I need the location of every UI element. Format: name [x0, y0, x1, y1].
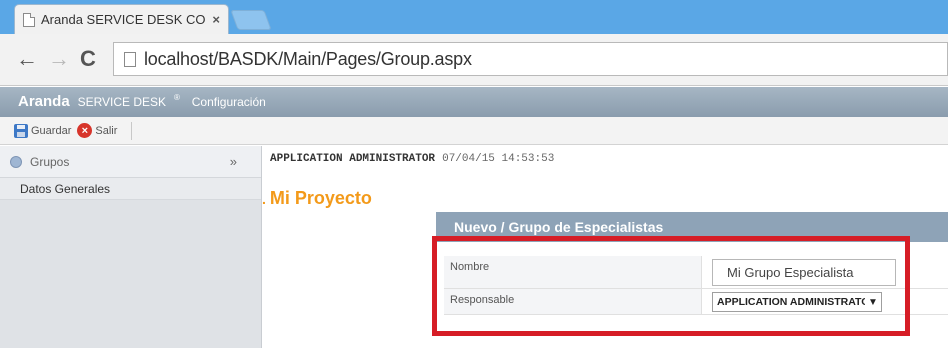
browser-tab[interactable]: Aranda SERVICE DESK CO × — [14, 4, 229, 34]
group-icon — [10, 155, 22, 168]
close-circle-icon: × — [77, 123, 93, 138]
brand: Aranda SERVICE DESK ® Configuración — [18, 93, 266, 110]
tab-title: Aranda SERVICE DESK CO — [41, 12, 206, 27]
page-favicon-icon — [23, 12, 35, 27]
exit-button[interactable]: × Salir — [77, 123, 117, 138]
url-text: localhost/BASDK/Main/Pages/Group.aspx — [144, 48, 472, 69]
session-timestamp: 07/04/15 14:53:53 — [442, 153, 555, 165]
section-title: Configuración — [191, 95, 266, 109]
floppy-disk-icon — [14, 123, 28, 138]
brand-product: SERVICE DESK — [77, 95, 167, 109]
browser-tabstrip: Aranda SERVICE DESK CO × — [0, 0, 948, 34]
exit-label: Salir — [95, 124, 118, 137]
forward-arrow-icon[interactable]: → — [48, 46, 70, 72]
project-title-text: Mi Proyecto — [269, 188, 372, 208]
page-icon — [124, 51, 136, 67]
address-bar[interactable]: localhost/BASDK/Main/Pages/Group.aspx — [113, 42, 948, 76]
brand-registered: ® — [173, 93, 180, 102]
back-arrow-icon[interactable]: ← — [16, 46, 38, 72]
session-info: APPLICATION ADMINISTRATOR 07/04/15 14:53… — [270, 152, 554, 165]
reload-icon[interactable]: C — [80, 46, 96, 72]
sidebar: Grupos » Datos Generales — [0, 146, 262, 348]
save-label: Guardar — [31, 124, 72, 137]
sidebar-group-header[interactable]: Grupos » — [0, 146, 261, 178]
brand-name: Aranda — [18, 93, 70, 110]
app-header: Aranda SERVICE DESK ® Configuración — [0, 87, 948, 117]
sidebar-group-title: Grupos — [30, 154, 70, 169]
tab-close-icon[interactable]: × — [212, 12, 220, 27]
collapse-chevron-icon[interactable]: » — [230, 154, 237, 169]
sidebar-item-datos-generales[interactable]: Datos Generales — [0, 178, 261, 200]
sidebar-item-label: Datos Generales — [20, 181, 111, 196]
save-button[interactable]: Guardar — [14, 123, 72, 138]
app-toolbar: Guardar × Salir — [0, 117, 948, 145]
highlight-box — [432, 236, 910, 336]
browser-toolbar: ← → C localhost/BASDK/Main/Pages/Group.a… — [0, 34, 948, 86]
current-user: APPLICATION ADMINISTRATOR — [270, 153, 436, 165]
project-bullet: . — [262, 191, 266, 207]
project-title: . Mi Proyecto — [262, 188, 372, 209]
new-tab-button[interactable] — [230, 10, 272, 30]
toolbar-divider — [131, 121, 133, 140]
